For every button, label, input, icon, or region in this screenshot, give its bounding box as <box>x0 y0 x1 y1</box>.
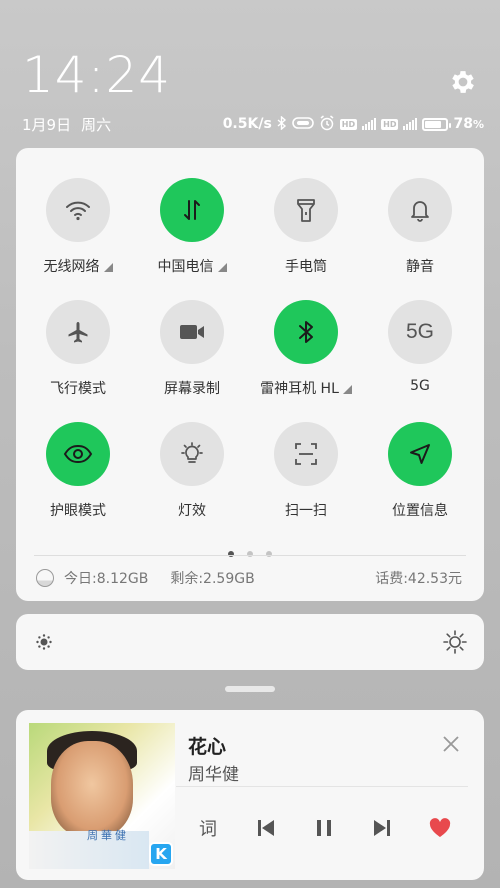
status-bar: 1月9日 周六 0.5K/s HD HD 78% <box>22 112 484 136</box>
cover-text: 周華健 <box>87 829 129 842</box>
song-artist: 周华健 <box>188 765 239 785</box>
previous-track-icon[interactable] <box>254 814 278 842</box>
toggle-eye[interactable]: 护眼模式 <box>21 422 135 532</box>
signal-icon <box>362 118 377 130</box>
page-indicator <box>16 542 484 561</box>
divider <box>176 786 468 787</box>
toggle-light-bulb[interactable]: 灯效 <box>135 422 249 532</box>
light-bulb-icon[interactable] <box>160 422 224 486</box>
data-usage-icon <box>36 569 54 587</box>
toggle-label: 屏幕录制 <box>135 378 249 398</box>
close-icon[interactable] <box>442 735 460 753</box>
signal-icon <box>403 118 418 130</box>
battery-percent: 78% <box>453 116 484 132</box>
clock-time[interactable]: 14:24 <box>22 46 171 104</box>
toggle-bluetooth[interactable]: 雷神耳机 HL <box>249 300 363 410</box>
brightness-high-icon <box>442 629 468 659</box>
toggle-label-text: 无线网络 <box>43 259 100 275</box>
toggle-label-text: 5G <box>410 378 430 394</box>
5g-icon[interactable]: 5G <box>388 300 452 364</box>
toggle-mobile-data[interactable]: 中国电信 <box>135 178 249 288</box>
toggle-label-text: 雷神耳机 HL <box>260 381 339 397</box>
eye-icon[interactable] <box>46 422 110 486</box>
remaining-data: 剩余:2.59GB <box>170 571 255 587</box>
toggle-label: 飞行模式 <box>21 378 135 398</box>
toggle-label: 灯效 <box>135 500 249 520</box>
brightness-low-icon <box>34 632 54 656</box>
location-arrow-icon[interactable] <box>388 422 452 486</box>
toggle-label-text: 灯效 <box>178 503 206 519</box>
toggle-label: 护眼模式 <box>21 500 135 520</box>
page-dot[interactable] <box>266 551 273 557</box>
toggle-label: 中国电信 <box>135 256 249 276</box>
music-player-card[interactable]: 周華健 K 花心 周华健 词 <box>16 710 484 880</box>
dropdown-indicator-icon[interactable] <box>342 384 352 394</box>
toggle-location-arrow[interactable]: 位置信息 <box>363 422 477 532</box>
vr-icon <box>291 116 314 132</box>
bell-icon[interactable] <box>388 178 452 242</box>
toggle-label: 5G <box>363 378 477 394</box>
panel-drag-handle[interactable] <box>225 686 275 692</box>
toggle-bell[interactable]: 静音 <box>363 178 477 288</box>
toggle-5g[interactable]: 5G 5G <box>363 300 477 410</box>
divider <box>34 555 466 556</box>
album-cover[interactable]: 周華健 K <box>29 723 175 869</box>
page-dot[interactable] <box>247 551 253 557</box>
quick-settings-panel: 无线网络 中国电信 手电筒 静音飞行模式 屏幕录制 雷神耳机 HL 5G 5G 护眼模式 灯效 扫一… <box>16 148 484 601</box>
date-label: 1月9日 <box>22 115 72 134</box>
toggle-flashlight[interactable]: 手电筒 <box>249 178 363 288</box>
toggle-video-camera[interactable]: 屏幕录制 <box>135 300 249 410</box>
settings-gear-icon[interactable] <box>448 67 478 97</box>
bluetooth-icon <box>277 114 287 133</box>
toggle-label-text: 护眼模式 <box>50 503 106 519</box>
toggle-label-text: 手电筒 <box>285 259 327 275</box>
toggle-airplane[interactable]: 飞行模式 <box>21 300 135 410</box>
toggle-label-text: 屏幕录制 <box>164 381 220 397</box>
airplane-icon[interactable] <box>46 300 110 364</box>
weekday-label: 周六 <box>81 115 112 134</box>
toggle-label-text: 中国电信 <box>157 259 214 275</box>
toggle-label: 无线网络 <box>21 256 135 276</box>
toggle-label-text: 静音 <box>406 259 434 275</box>
scan-icon[interactable] <box>274 422 338 486</box>
kugou-app-icon: K <box>149 842 173 866</box>
toggle-label: 静音 <box>363 256 477 276</box>
battery-icon <box>422 117 452 131</box>
bluetooth-icon[interactable] <box>274 300 338 364</box>
toggle-label-text: 扫一扫 <box>285 503 327 519</box>
video-camera-icon[interactable] <box>160 300 224 364</box>
toggle-label-text: 飞行模式 <box>50 381 106 397</box>
data-usage-row[interactable]: 今日:8.12GB 剩余:2.59GB 话费:42.53元 <box>36 566 462 590</box>
net-speed: 0.5K/s <box>222 116 272 132</box>
next-track-icon[interactable] <box>370 814 394 842</box>
flashlight-icon[interactable] <box>274 178 338 242</box>
hd-icon: HD <box>339 118 358 130</box>
today-usage: 今日:8.12GB <box>64 571 149 587</box>
dropdown-indicator-icon[interactable] <box>103 262 113 272</box>
toggle-wifi[interactable]: 无线网络 <box>21 178 135 288</box>
phone-balance: 话费:42.53元 <box>375 571 462 587</box>
brightness-slider[interactable] <box>16 614 484 670</box>
toggle-label: 手电筒 <box>249 256 363 276</box>
song-title: 花心 <box>188 736 227 758</box>
heart-icon[interactable] <box>428 814 452 842</box>
pause-icon[interactable] <box>312 814 336 842</box>
toggle-label: 位置信息 <box>363 500 477 520</box>
dropdown-indicator-icon[interactable] <box>217 262 227 272</box>
wifi-icon[interactable] <box>46 178 110 242</box>
toggle-label: 扫一扫 <box>249 500 363 520</box>
mobile-data-icon[interactable] <box>160 178 224 242</box>
hd-icon: HD <box>381 118 399 130</box>
status-icons: 0.5K/s HD HD 78% <box>222 114 484 134</box>
playback-controls: 词 <box>196 814 470 842</box>
toggle-label-text: 位置信息 <box>392 503 448 519</box>
toggle-scan[interactable]: 扫一扫 <box>249 422 363 532</box>
page-dot[interactable] <box>227 551 234 557</box>
toggle-label: 雷神耳机 HL <box>249 378 363 398</box>
alarm-icon <box>319 114 335 134</box>
lyrics-button[interactable]: 词 <box>196 814 220 842</box>
